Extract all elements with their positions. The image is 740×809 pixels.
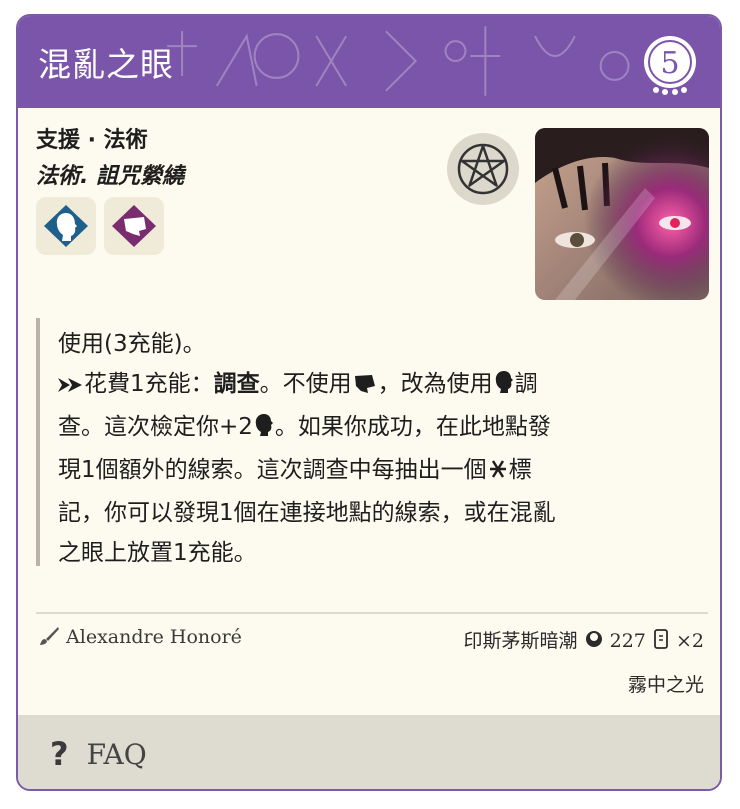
text-line-6: 之眼上放置1充能。 [58, 540, 257, 566]
elder-sign-icon [487, 453, 509, 493]
ability-text: 使用(3充能)。 花費1充能：調查。不使用 ，改為使用調 查。這次檢定你+2 。如果… [58, 324, 698, 573]
pack-name: 霧中之光 [627, 674, 704, 696]
brush-icon [38, 626, 60, 651]
willpower-inline-icon [493, 367, 515, 407]
card-panel: 混亂之眼 5 支援 · 法術 法術. 詛咒縈繞 使用(3充能)。 花費1充能：調… [16, 14, 722, 791]
card-title: 混亂之眼 [38, 45, 174, 84]
willpower-inline-icon [253, 410, 275, 450]
ability-text-box: 使用(3充能)。 花費1充能：調查。不使用 ，改為使用調 查。這次檢定你+2 。如果… [36, 318, 700, 566]
card-header: 混亂之眼 5 [18, 16, 720, 108]
text-segment: 查。這次檢定你+2 [58, 414, 253, 440]
card-type: 支援 · 法術 [36, 128, 148, 153]
card-number: 227 [609, 630, 646, 652]
willpower-icon [36, 197, 96, 255]
text-segment: 現1個額外的線索。這次調查中每抽出一個 [58, 457, 487, 483]
text-line-4: 現1個額外的線索。這次調查中每抽出一個標 [58, 450, 698, 493]
faq-footer[interactable]: ? FAQ [18, 715, 720, 789]
question-icon: ? [50, 735, 69, 773]
illustrator-credit: Alexandre Honoré [38, 626, 242, 651]
card-quantity: ×2 [675, 630, 704, 652]
faq-button[interactable]: ? FAQ [50, 735, 147, 773]
card-cost: 5 [660, 46, 679, 81]
text-investigate: 調查 [213, 371, 260, 397]
text-cost: 花費1充能： [84, 371, 214, 397]
cost-icon: 5 [644, 36, 696, 95]
text-segment: ，改為使用 [377, 371, 493, 397]
text-line-3: 查。這次檢定你+2 。如果你成功，在此地點發 [58, 407, 698, 450]
action-arrow-icon [58, 367, 84, 407]
card-art-image [535, 128, 709, 300]
type-block: 支援 · 法術 法術. 詛咒縈繞 [36, 122, 184, 190]
set-info: 印斯茅斯暗潮 227 ×2 [464, 626, 704, 655]
divider [36, 612, 708, 614]
text-line-2: 花費1充能：調查。不使用 ，改為使用調 [58, 364, 698, 407]
intellect-icon [104, 197, 164, 255]
combat-icon [352, 367, 378, 407]
set-icon [584, 628, 604, 655]
pentagram-icon [447, 133, 519, 205]
text-segment: 調 [514, 371, 538, 397]
set-name: 印斯茅斯暗潮 [463, 630, 578, 652]
text-line-1: 使用(3充能)。 [58, 331, 206, 357]
text-segment: 。如果你成功，在此地點發 [274, 414, 551, 440]
text-line-5: 記，你可以發現1個在連接地點的線索，或在混亂 [58, 500, 556, 526]
faq-label[interactable]: FAQ [87, 738, 147, 771]
illustrator-name: Alexandre Honoré [66, 626, 242, 648]
card-traits: 法術. 詛咒縈繞 [36, 164, 185, 189]
text-segment: 。不使用 [259, 371, 352, 397]
card-quantity-icon [652, 628, 670, 655]
text-segment: 標 [508, 457, 532, 483]
